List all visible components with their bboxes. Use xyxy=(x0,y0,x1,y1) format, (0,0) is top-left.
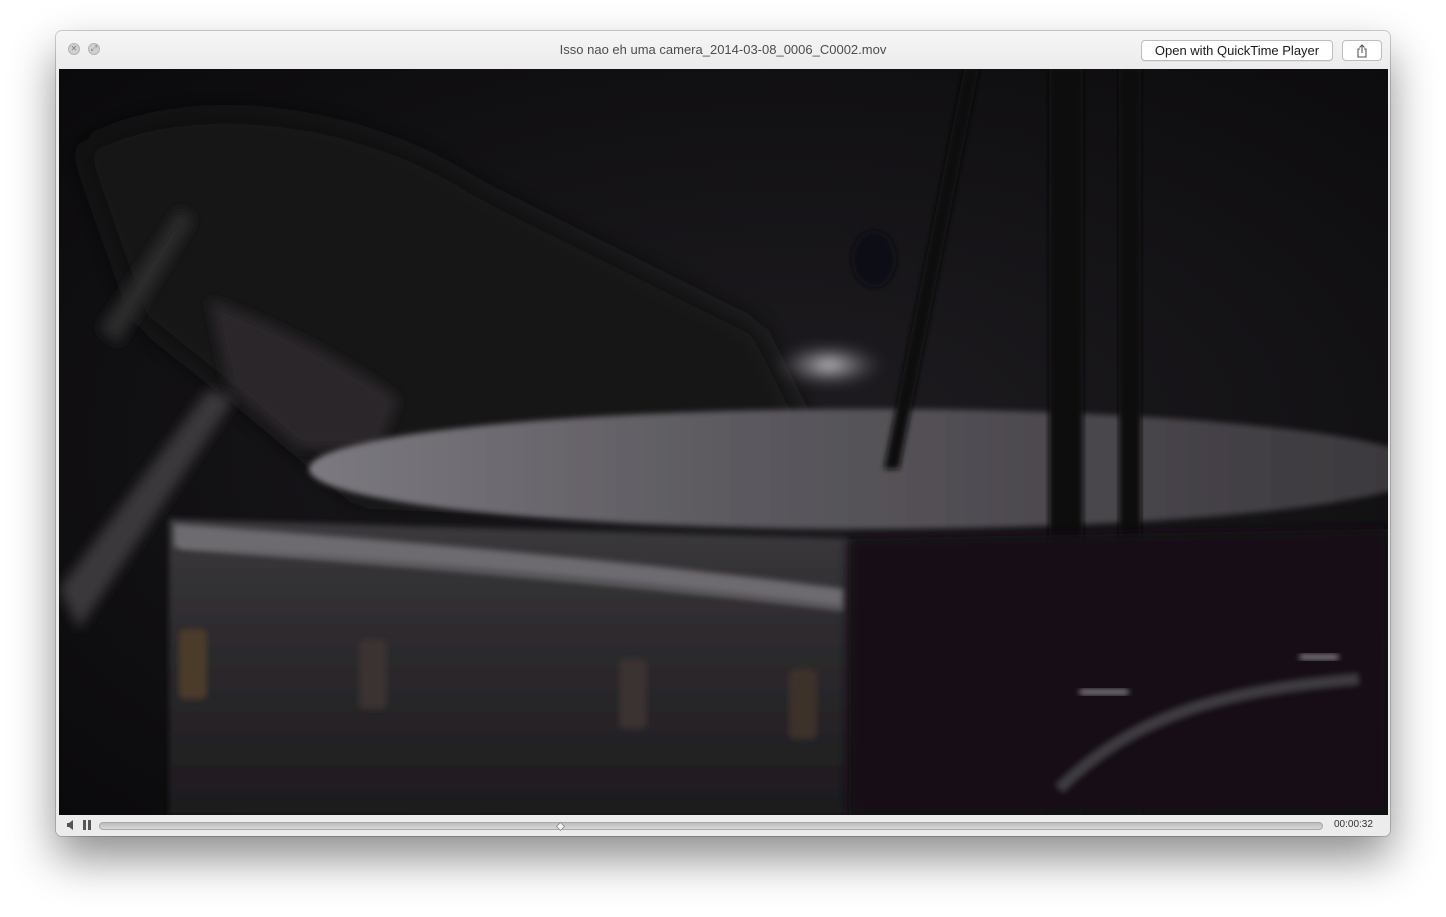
pause-icon[interactable] xyxy=(82,819,92,831)
quicklook-window: ✕ ⤢ Isso nao eh uma camera_2014-03-08_00… xyxy=(56,31,1390,836)
playhead-knob[interactable] xyxy=(555,822,565,831)
volume-icon[interactable] xyxy=(66,819,76,831)
share-icon xyxy=(1357,43,1367,58)
playback-controls: 00:00:32 xyxy=(56,815,1390,836)
video-frame[interactable] xyxy=(59,69,1388,815)
video-image xyxy=(59,69,1388,815)
title-bar[interactable]: ✕ ⤢ Isso nao eh uma camera_2014-03-08_00… xyxy=(56,31,1390,69)
share-button[interactable] xyxy=(1342,40,1382,61)
progress-track[interactable] xyxy=(99,822,1323,830)
open-with-quicktime-button[interactable]: Open with QuickTime Player xyxy=(1141,40,1333,61)
elapsed-time: 00:00:32 xyxy=(1334,819,1373,830)
